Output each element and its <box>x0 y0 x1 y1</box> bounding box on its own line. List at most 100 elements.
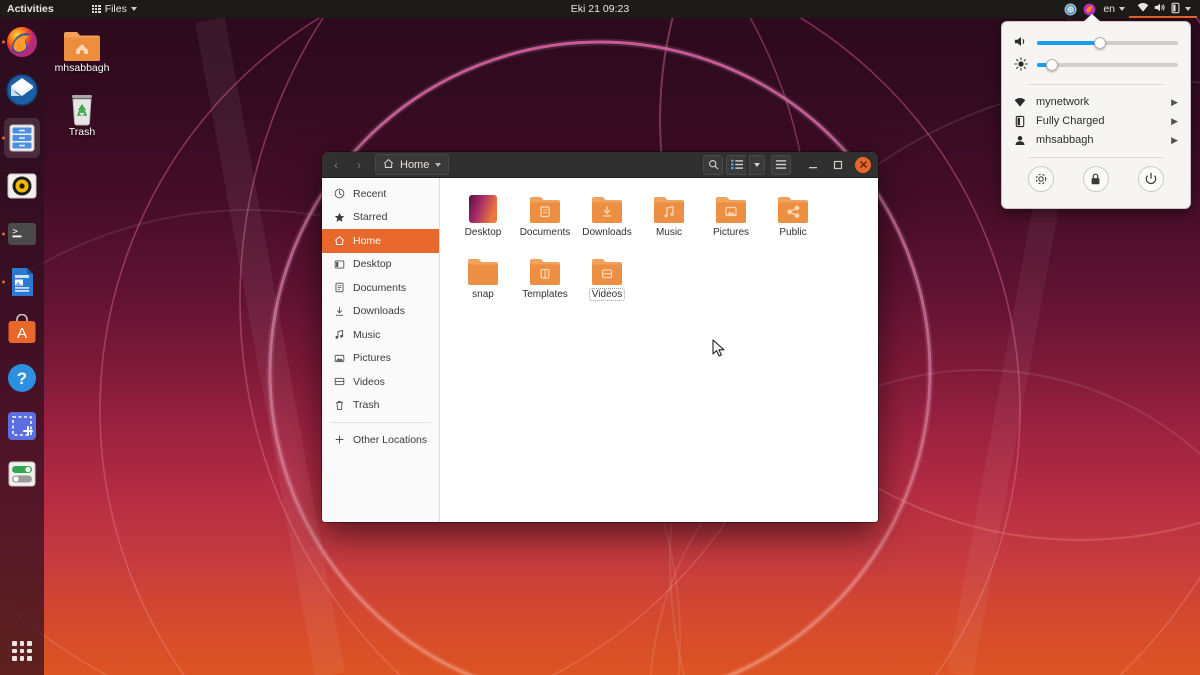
dock-item-files[interactable] <box>0 114 44 162</box>
svg-text:A: A <box>17 325 27 342</box>
keyboard-layout-button[interactable]: en <box>1099 0 1129 18</box>
window-titlebar[interactable]: ‹ › Home <box>322 152 878 178</box>
downloads-icon <box>333 305 345 317</box>
clock-label: Eki 21 09:23 <box>571 3 629 15</box>
dock-item-terminal[interactable]: > <box>0 210 44 258</box>
file-item-videos[interactable]: Videos <box>576 252 638 300</box>
path-bar-home-button[interactable]: Home <box>375 154 449 175</box>
file-item-downloads[interactable]: Downloads <box>576 190 638 238</box>
sidebar-item-music[interactable]: Music <box>322 323 439 347</box>
volume-slider-knob[interactable] <box>1094 37 1106 49</box>
sidebar-item-pictures[interactable]: Pictures <box>322 347 439 371</box>
back-button[interactable]: ‹ <box>326 155 346 175</box>
app-menu-button[interactable]: Files <box>85 0 144 18</box>
file-item-documents[interactable]: Documents <box>514 190 576 238</box>
svg-text:?: ? <box>17 369 27 388</box>
volume-slider[interactable] <box>1037 41 1178 45</box>
sidebar-item-label: Documents <box>353 282 406 294</box>
sidebar-item-label: Desktop <box>353 258 392 270</box>
sidebar-item-other-locations[interactable]: Other Locations <box>322 428 439 452</box>
wifi-icon <box>1137 2 1149 16</box>
battery-label: Fully Charged <box>1036 115 1161 127</box>
sidebar-item-label: Recent <box>353 188 386 200</box>
sidebar-item-documents[interactable]: Documents <box>322 276 439 300</box>
folder-music-icon <box>638 190 700 224</box>
sidebar-item-recent[interactable]: Recent <box>322 182 439 206</box>
file-item-templates[interactable]: Templates <box>514 252 576 300</box>
search-button[interactable] <box>703 155 723 175</box>
lock-button[interactable] <box>1083 166 1109 192</box>
hamburger-menu-button[interactable] <box>771 155 791 175</box>
activities-button[interactable]: Activities <box>0 0 61 18</box>
dock: > A <box>0 18 44 675</box>
sidebar-item-desktop[interactable]: Desktop <box>322 253 439 277</box>
file-item-snap[interactable]: snap <box>452 252 514 300</box>
minimize-button[interactable] <box>802 155 824 175</box>
dock-item-help[interactable]: ? <box>0 354 44 402</box>
sidebar-item-home[interactable]: Home <box>322 229 439 253</box>
sidebar-item-downloads[interactable]: Downloads <box>322 300 439 324</box>
brightness-slider-knob[interactable] <box>1046 59 1058 71</box>
power-button[interactable] <box>1138 166 1164 192</box>
chevron-right-icon: ▶ <box>1171 97 1178 108</box>
sidebar-item-label: Other Locations <box>353 434 427 446</box>
file-item-label: Templates <box>520 289 570 300</box>
file-item-label: Downloads <box>580 227 633 238</box>
sidebar-item-label: Pictures <box>353 352 391 364</box>
wifi-icon <box>1014 96 1026 108</box>
system-menu-item-network[interactable]: mynetwork ▶ <box>1014 93 1178 111</box>
dock-item-settings[interactable] <box>0 450 44 498</box>
system-menu-item-battery[interactable]: Fully Charged ▶ <box>1014 112 1178 130</box>
sidebar-item-label: Starred <box>353 211 387 223</box>
disc-icon[interactable] <box>1061 0 1080 18</box>
file-item-public[interactable]: Public <box>762 190 824 238</box>
file-item-label: Music <box>654 227 684 238</box>
app-menu-label: Files <box>105 3 127 15</box>
dock-item-screenshot[interactable] <box>0 402 44 450</box>
sidebar-item-label: Home <box>353 235 381 247</box>
file-item-label: Pictures <box>711 227 751 238</box>
sidebar-item-starred[interactable]: Starred <box>322 206 439 230</box>
folder-documents-icon <box>514 190 576 224</box>
folder-plain-icon <box>452 252 514 286</box>
view-list-button[interactable] <box>726 155 746 175</box>
system-menu-button[interactable] <box>1129 0 1197 18</box>
settings-button[interactable] <box>1028 166 1054 192</box>
desktop-icon-label: mhsabbagh <box>55 62 110 74</box>
dock-item-ubuntu-software[interactable]: A <box>0 306 44 354</box>
system-menu-popup: mynetwork ▶ Fully Charged ▶ mhsabbagh ▶ <box>1001 21 1191 209</box>
show-applications-button[interactable] <box>12 641 32 661</box>
dock-item-firefox[interactable] <box>0 18 44 66</box>
sidebar-item-trash[interactable]: Trash <box>322 394 439 418</box>
brightness-slider[interactable] <box>1037 63 1178 67</box>
file-item-label: Videos <box>590 289 624 300</box>
view-dropdown-button[interactable] <box>749 155 765 175</box>
window-body: Recent Starred Home <box>322 178 878 522</box>
ubuntu-software-icon: A <box>6 314 38 346</box>
battery-icon <box>1014 115 1026 127</box>
file-item-label: Documents <box>518 227 573 238</box>
network-label: mynetwork <box>1036 96 1161 108</box>
maximize-button[interactable] <box>827 155 849 175</box>
user-icon <box>1014 134 1026 146</box>
sidebar-item-videos[interactable]: Videos <box>322 370 439 394</box>
clock-button[interactable]: Eki 21 09:23 <box>0 0 1200 18</box>
chevron-down-icon <box>435 163 441 167</box>
trash-icon <box>333 399 345 411</box>
desktop-icon-trash[interactable]: Trash <box>44 86 120 138</box>
system-menu-item-user[interactable]: mhsabbagh ▶ <box>1014 131 1178 149</box>
desktop-icon-home[interactable]: mhsabbagh <box>44 22 120 74</box>
top-bar: Activities Files Eki 21 09:23 en <box>0 0 1200 18</box>
forward-button[interactable]: › <box>349 155 369 175</box>
file-item-desktop[interactable]: Desktop <box>452 190 514 238</box>
sidebar-item-label: Trash <box>353 399 379 411</box>
divider <box>1028 157 1164 158</box>
dock-item-rhythmbox[interactable] <box>0 162 44 210</box>
dock-item-thunderbird[interactable] <box>0 66 44 114</box>
files-content-area[interactable]: Desktop Documents <box>440 178 878 522</box>
file-item-music[interactable]: Music <box>638 190 700 238</box>
dock-item-libreoffice-writer[interactable] <box>0 258 44 306</box>
home-icon <box>333 235 345 247</box>
file-item-pictures[interactable]: Pictures <box>700 190 762 238</box>
close-button[interactable] <box>855 157 871 173</box>
